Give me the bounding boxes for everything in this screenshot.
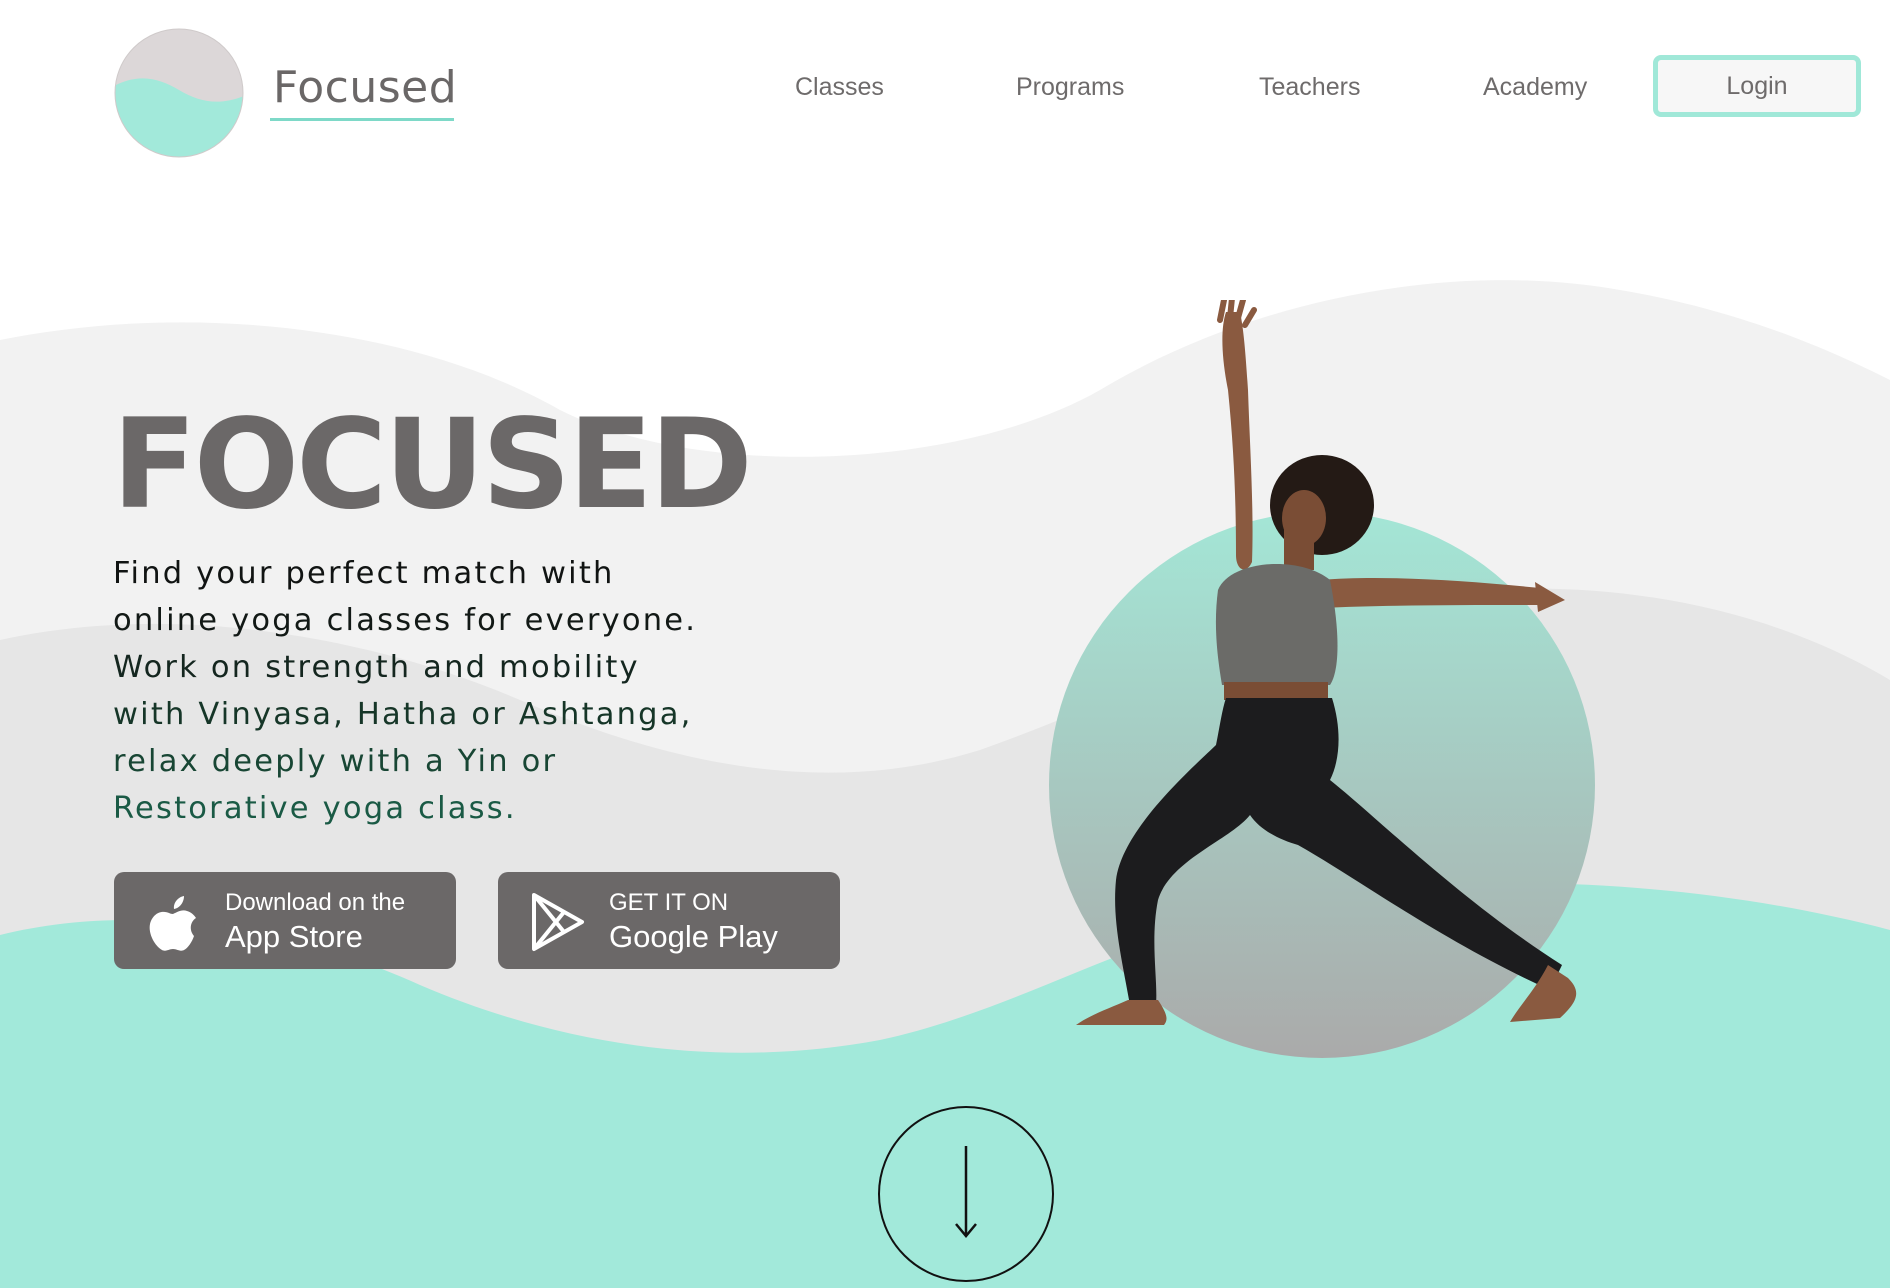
nav-classes[interactable]: Classes — [795, 70, 884, 104]
app-store-big-label: App Store — [225, 919, 363, 954]
logo-icon[interactable] — [114, 28, 244, 158]
arrow-down-icon — [955, 1146, 977, 1238]
scroll-down-button[interactable] — [878, 1106, 1054, 1282]
brand-name[interactable]: Focused — [273, 60, 457, 116]
hero-line: relax deeply with a Yin or — [113, 744, 558, 779]
site-header: Focused Classes Programs Teachers Academ… — [0, 0, 1890, 180]
hero-title: FOCUSED — [112, 393, 753, 537]
google-play-small-label: GET IT ON — [609, 889, 729, 916]
hero-line: with Vinyasa, Hatha or Ashtanga, — [113, 697, 693, 732]
apple-icon — [149, 896, 196, 951]
login-button[interactable]: Login — [1653, 55, 1861, 117]
nav-academy[interactable]: Academy — [1483, 70, 1587, 104]
app-store-button[interactable]: Download on the App Store — [114, 872, 456, 969]
hero-line: Work on strength and mobility — [113, 650, 640, 685]
google-play-button[interactable]: GET IT ON Google Play — [498, 872, 840, 969]
hero-line: Find your perfect match with — [113, 556, 615, 591]
app-store-small-label: Download on the — [225, 889, 406, 916]
hero-illustration — [1049, 300, 1595, 1058]
play-store-icon — [532, 893, 584, 951]
google-play-big-label: Google Play — [609, 919, 778, 954]
brand-underline — [270, 118, 454, 121]
nav-teachers[interactable]: Teachers — [1259, 70, 1360, 104]
hero-description: Find your perfect match with online yoga… — [113, 550, 733, 832]
hero-line: online yoga classes for everyone. — [113, 603, 698, 638]
nav-programs[interactable]: Programs — [1016, 70, 1124, 104]
hero-line: Restorative yoga class. — [113, 791, 517, 826]
